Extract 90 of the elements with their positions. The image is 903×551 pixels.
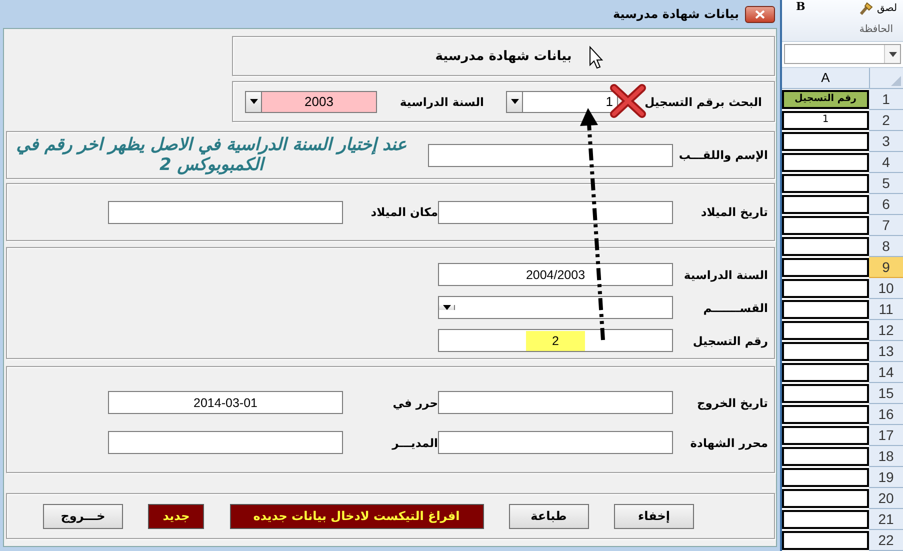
row-header[interactable]: 15	[869, 383, 903, 404]
sheet-cell[interactable]	[782, 342, 869, 361]
row-header[interactable]: 4	[869, 152, 903, 173]
sheet-cell[interactable]	[782, 300, 869, 319]
row-header[interactable]: 21	[869, 509, 903, 530]
bold-button[interactable]: B	[796, 0, 806, 13]
dropdown-field[interactable]: 2003	[245, 90, 377, 112]
row-header[interactable]: 6	[869, 194, 903, 215]
text-field[interactable]	[428, 144, 673, 166]
dropdown-button[interactable]	[246, 92, 262, 112]
close-button[interactable]	[745, 6, 775, 22]
caret-icon	[510, 99, 518, 104]
sheet-cell[interactable]	[782, 510, 869, 529]
button[interactable]: إخفاء	[614, 504, 694, 528]
field-label: السنة الدراسية	[398, 94, 484, 110]
row-header[interactable]: 11	[869, 299, 903, 320]
field-label: مكان الميلاد	[370, 204, 438, 220]
button[interactable]: طباعة	[508, 504, 589, 528]
field-label: رقم التسجيل	[692, 332, 768, 348]
row-header[interactable]: 17	[869, 425, 903, 446]
field-label: الإسم واللقـــب	[678, 147, 768, 163]
row-header[interactable]: 9	[869, 257, 903, 278]
sheet-cell[interactable]	[782, 489, 869, 508]
field-label: القســـــــم	[702, 300, 768, 316]
sheet-cell[interactable]	[782, 321, 869, 340]
dropdown-button[interactable]	[884, 45, 900, 64]
row-header[interactable]: 2	[869, 110, 903, 131]
sheet-cell[interactable]	[782, 531, 869, 550]
row-header[interactable]: 22	[869, 530, 903, 551]
text-field[interactable]: 2014-03-01	[108, 391, 343, 414]
dropdown-field[interactable]	[438, 296, 673, 319]
row-header[interactable]: 20	[869, 488, 903, 509]
text-field[interactable]	[108, 431, 343, 454]
sheet-cell[interactable]	[782, 447, 869, 466]
field-label: حرر في	[392, 394, 438, 410]
sheet-cell[interactable]	[782, 237, 869, 256]
row-header[interactable]: 7	[869, 215, 903, 236]
row-header[interactable]: 8	[869, 236, 903, 257]
row-header[interactable]: 19	[869, 467, 903, 488]
field-label: محرر الشهادة	[689, 434, 768, 450]
paste-button[interactable]: لصق	[876, 2, 897, 14]
sheet-cell[interactable]	[782, 279, 869, 298]
sheet-cell[interactable]	[782, 174, 869, 193]
sheet-cell[interactable]	[782, 384, 869, 403]
row-header[interactable]: 13	[869, 341, 903, 362]
caret-icon	[888, 52, 896, 57]
row-header[interactable]: 12	[869, 320, 903, 341]
close-icon	[755, 10, 765, 18]
sheet-cell[interactable]	[782, 132, 869, 151]
row-header[interactable]: 5	[869, 173, 903, 194]
text-field[interactable]: 2004/2003	[438, 263, 673, 286]
row-header[interactable]: 1	[869, 89, 903, 110]
text-field[interactable]: 2	[438, 329, 673, 352]
text-field[interactable]	[438, 200, 673, 224]
sheet-cell[interactable]	[782, 426, 869, 445]
sheet-cell[interactable]	[782, 258, 869, 277]
note-text: عند إختيار السنة الدراسية في الاصل يظهر اخر رقم في الكمبوبوكس 2	[15, 134, 408, 176]
row-header[interactable]: 10	[869, 278, 903, 299]
field-label: السنة الدراسية	[682, 266, 768, 282]
text-field[interactable]	[438, 431, 673, 454]
window-title: بيانات شهادة مدرسية	[612, 7, 739, 21]
caret-icon	[250, 99, 258, 104]
sheet-cell[interactable]	[782, 216, 869, 235]
sheet-cell[interactable]	[782, 405, 869, 424]
group-label: الحافظة	[858, 24, 894, 35]
field-label: المديـــر	[390, 434, 438, 450]
row-header[interactable]: 14	[869, 362, 903, 383]
cursor-icon	[590, 46, 604, 69]
field-label: البحث برقم التسجيل	[644, 94, 762, 110]
text-field[interactable]	[108, 200, 343, 224]
sheet-cell[interactable]	[782, 195, 869, 214]
button[interactable]: خـــروج	[43, 504, 123, 528]
caret-icon	[442, 305, 450, 310]
row-header[interactable]: 18	[869, 446, 903, 467]
row-header[interactable]: 16	[869, 404, 903, 425]
text-field[interactable]	[438, 391, 673, 414]
sheet-cell[interactable]: رقم التسجيل	[782, 90, 869, 109]
action-button[interactable]: جديد	[148, 504, 204, 528]
field-label: تاريخ الميلاد	[700, 204, 768, 220]
dropdown-field[interactable]: 1	[506, 90, 618, 112]
sheet-cell[interactable]	[782, 468, 869, 487]
field-label: تاريخ الخروج	[696, 394, 768, 410]
sheet-cell[interactable]	[782, 153, 869, 172]
action-button[interactable]: افراغ التيكست لادخال بيانات جديده	[230, 504, 484, 528]
dropdown-button[interactable]	[439, 305, 455, 310]
form-title: بيانات شهادة مدرسية	[435, 48, 572, 64]
dropdown-button[interactable]	[507, 92, 523, 112]
row-header[interactable]: 3	[869, 131, 903, 152]
sheet-cell[interactable]	[782, 363, 869, 382]
sheet-cell[interactable]: 1	[782, 111, 869, 130]
